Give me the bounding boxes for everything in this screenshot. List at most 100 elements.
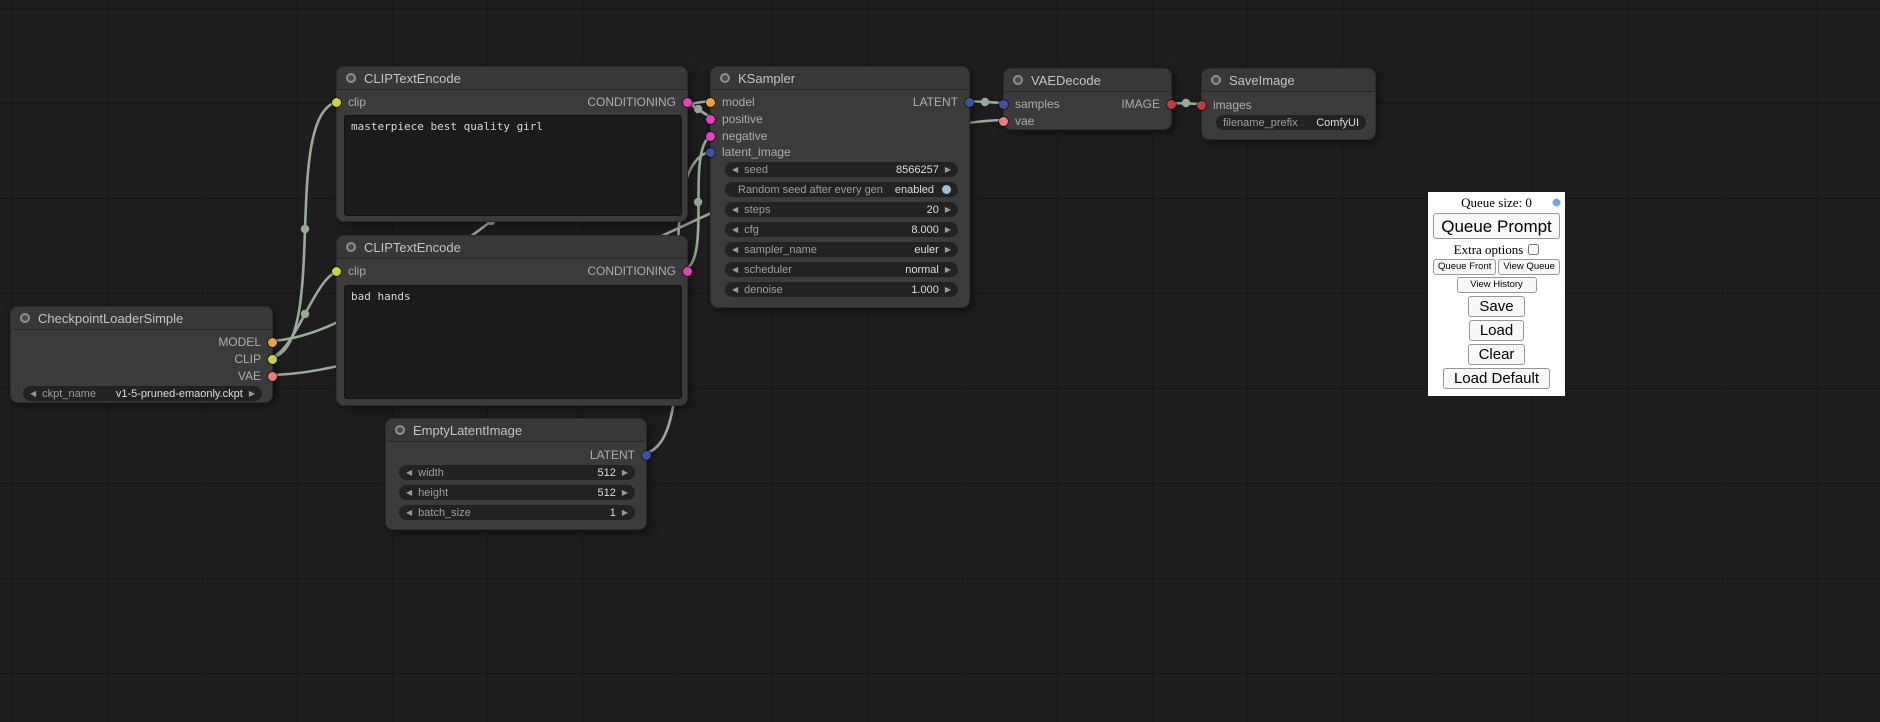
output-slot-latent[interactable]: LATENT — [913, 94, 974, 110]
increment-arrow-icon[interactable]: ▶ — [945, 166, 951, 174]
collapse-dot-icon[interactable] — [346, 73, 356, 83]
collapse-dot-icon[interactable] — [720, 73, 730, 83]
node-save-image[interactable]: SaveImage images filename_prefix ComfyUI — [1201, 68, 1376, 140]
view-queue-button[interactable]: View Queue — [1498, 259, 1560, 275]
increment-arrow-icon[interactable]: ▶ — [622, 489, 628, 497]
widget-steps[interactable]: ◀ steps 20 ▶ — [725, 202, 958, 217]
vae-slot-dot[interactable] — [268, 372, 277, 381]
node-title-bar[interactable]: CLIPTextEncode — [337, 67, 687, 90]
output-slot-model[interactable]: MODEL — [218, 334, 277, 350]
input-slot-clip[interactable]: clip — [332, 263, 366, 279]
node-ksampler[interactable]: KSampler model positive negative latent_… — [710, 66, 970, 308]
widget-denoise[interactable]: ◀ denoise 1.000 ▶ — [725, 282, 958, 297]
queue-prompt-button[interactable]: Queue Prompt — [1433, 213, 1560, 239]
node-clip-text-encode-negative[interactable]: CLIPTextEncode clip CONDITIONING bad han… — [336, 235, 688, 406]
latent-slot-dot[interactable] — [999, 100, 1008, 109]
input-slot-images[interactable]: images — [1197, 97, 1252, 113]
node-title-bar[interactable]: KSampler — [711, 67, 969, 90]
output-slot-clip[interactable]: CLIP — [234, 351, 277, 367]
node-title-bar[interactable]: EmptyLatentImage — [386, 419, 646, 442]
collapse-dot-icon[interactable] — [1211, 75, 1221, 85]
increment-arrow-icon[interactable]: ▶ — [249, 390, 255, 398]
output-slot-image[interactable]: IMAGE — [1121, 96, 1176, 112]
prompt-textarea[interactable]: masterpiece best quality girl — [344, 115, 682, 216]
collapse-dot-icon[interactable] — [1013, 75, 1023, 85]
increment-arrow-icon[interactable]: ▶ — [945, 246, 951, 254]
increment-arrow-icon[interactable]: ▶ — [945, 286, 951, 294]
decrement-arrow-icon[interactable]: ◀ — [732, 166, 738, 174]
view-history-button[interactable]: View History — [1457, 277, 1537, 293]
node-title-bar[interactable]: SaveImage — [1202, 69, 1375, 92]
node-empty-latent-image[interactable]: EmptyLatentImage LATENT ◀ width 512 ▶ ◀ … — [385, 418, 647, 530]
settings-gear-icon[interactable] — [1550, 196, 1563, 209]
increment-arrow-icon[interactable]: ▶ — [945, 266, 951, 274]
prompt-textarea[interactable]: bad hands — [344, 285, 682, 399]
output-slot-conditioning[interactable]: CONDITIONING — [587, 263, 692, 279]
extra-options-checkbox[interactable] — [1528, 244, 1539, 255]
increment-arrow-icon[interactable]: ▶ — [945, 206, 951, 214]
decrement-arrow-icon[interactable]: ◀ — [406, 489, 412, 497]
model-slot-dot[interactable] — [268, 338, 277, 347]
clip-slot-dot[interactable] — [332, 267, 341, 276]
node-title-bar[interactable]: VAEDecode — [1004, 69, 1171, 92]
input-slot-vae[interactable]: vae — [999, 113, 1034, 129]
output-slot-vae[interactable]: VAE — [238, 368, 277, 384]
node-checkpoint-loader[interactable]: CheckpointLoaderSimple MODEL CLIP VAE ◀ … — [10, 306, 273, 403]
widget-filename-prefix[interactable]: filename_prefix ComfyUI — [1216, 115, 1366, 130]
input-slot-model[interactable]: model — [706, 94, 755, 110]
node-graph-canvas[interactable]: CheckpointLoaderSimple MODEL CLIP VAE ◀ … — [0, 0, 1880, 722]
queue-front-button[interactable]: Queue Front — [1433, 259, 1496, 275]
widget-cfg[interactable]: ◀ cfg 8.000 ▶ — [725, 222, 958, 237]
clip-slot-dot[interactable] — [332, 98, 341, 107]
input-slot-samples[interactable]: samples — [999, 96, 1060, 112]
input-slot-latent-image[interactable]: latent_image — [706, 144, 791, 160]
clip-slot-dot[interactable] — [268, 355, 277, 364]
load-button[interactable]: Load — [1469, 320, 1524, 341]
input-slot-clip[interactable]: clip — [332, 94, 366, 110]
vae-slot-dot[interactable] — [999, 117, 1008, 126]
increment-arrow-icon[interactable]: ▶ — [622, 509, 628, 517]
decrement-arrow-icon[interactable]: ◀ — [732, 286, 738, 294]
widget-sampler-name[interactable]: ◀ sampler_name euler ▶ — [725, 242, 958, 257]
node-title-bar[interactable]: CLIPTextEncode — [337, 236, 687, 259]
clear-button[interactable]: Clear — [1468, 344, 1526, 365]
collapse-dot-icon[interactable] — [20, 313, 30, 323]
conditioning-slot-dot[interactable] — [706, 132, 715, 141]
latent-slot-dot[interactable] — [965, 98, 974, 107]
widget-seed[interactable]: ◀ seed 8566257 ▶ — [725, 162, 958, 177]
conditioning-slot-dot[interactable] — [683, 98, 692, 107]
output-slot-latent[interactable]: LATENT — [590, 447, 651, 463]
collapse-dot-icon[interactable] — [346, 242, 356, 252]
latent-slot-dot[interactable] — [706, 148, 715, 157]
increment-arrow-icon[interactable]: ▶ — [622, 469, 628, 477]
save-button[interactable]: Save — [1468, 296, 1524, 317]
latent-slot-dot[interactable] — [642, 451, 651, 460]
decrement-arrow-icon[interactable]: ◀ — [406, 509, 412, 517]
widget-batch-size[interactable]: ◀ batch_size 1 ▶ — [399, 505, 635, 520]
widget-width[interactable]: ◀ width 512 ▶ — [399, 465, 635, 480]
decrement-arrow-icon[interactable]: ◀ — [732, 206, 738, 214]
load-default-button[interactable]: Load Default — [1443, 368, 1550, 389]
decrement-arrow-icon[interactable]: ◀ — [732, 246, 738, 254]
node-clip-text-encode-positive[interactable]: CLIPTextEncode clip CONDITIONING masterp… — [336, 66, 688, 222]
widget-ckpt-name[interactable]: ◀ ckpt_name v1-5-pruned-emaonly.ckpt ▶ — [23, 386, 262, 401]
decrement-arrow-icon[interactable]: ◀ — [406, 469, 412, 477]
output-slot-conditioning[interactable]: CONDITIONING — [587, 94, 692, 110]
widget-scheduler[interactable]: ◀ scheduler normal ▶ — [725, 262, 958, 277]
model-slot-dot[interactable] — [706, 98, 715, 107]
increment-arrow-icon[interactable]: ▶ — [945, 226, 951, 234]
decrement-arrow-icon[interactable]: ◀ — [30, 390, 36, 398]
collapse-dot-icon[interactable] — [395, 425, 405, 435]
node-vae-decode[interactable]: VAEDecode samples vae IMAGE — [1003, 68, 1172, 130]
conditioning-slot-dot[interactable] — [683, 267, 692, 276]
widget-random-seed-toggle[interactable]: Random seed after every gen enabled — [725, 182, 958, 197]
input-slot-positive[interactable]: positive — [706, 111, 763, 127]
node-title-bar[interactable]: CheckpointLoaderSimple — [11, 307, 272, 330]
widget-height[interactable]: ◀ height 512 ▶ — [399, 485, 635, 500]
decrement-arrow-icon[interactable]: ◀ — [732, 266, 738, 274]
image-slot-dot[interactable] — [1167, 100, 1176, 109]
decrement-arrow-icon[interactable]: ◀ — [732, 226, 738, 234]
toggle-indicator-icon[interactable] — [942, 185, 951, 194]
input-slot-negative[interactable]: negative — [706, 128, 767, 144]
conditioning-slot-dot[interactable] — [706, 115, 715, 124]
